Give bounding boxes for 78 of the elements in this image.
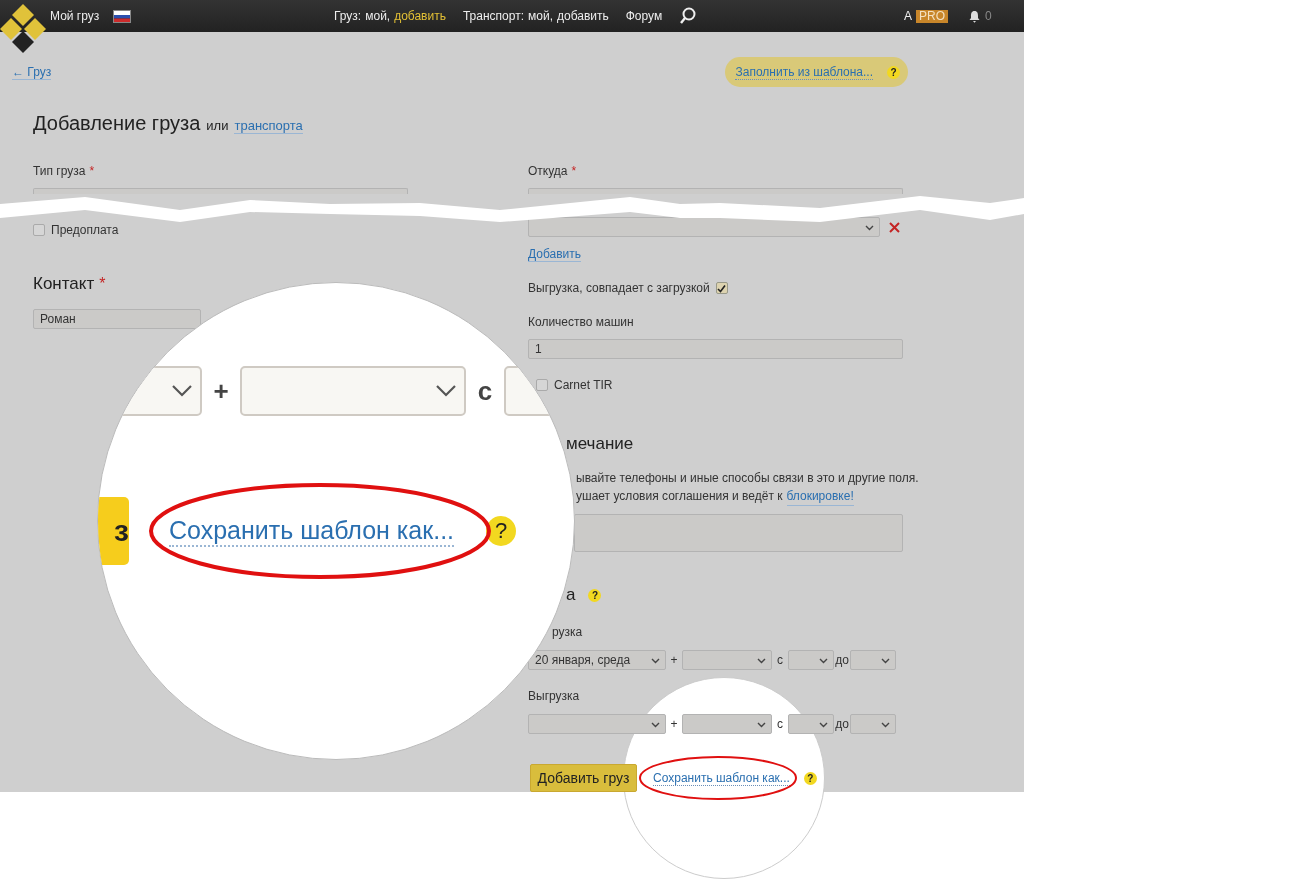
- select-field[interactable]: [240, 366, 466, 416]
- plus-sign: +: [212, 375, 230, 407]
- add-cargo-button[interactable]: з: [98, 497, 129, 565]
- from-label: с: [476, 375, 494, 407]
- warning-text: ывайте телефоны и иные способы связи в это и другие поля.: [576, 470, 919, 487]
- nav-link[interactable]: мой,: [528, 9, 553, 23]
- truck-count-field[interactable]: 1: [528, 339, 903, 359]
- required-mark: *: [99, 275, 106, 293]
- chevron-icon: [651, 722, 660, 728]
- contact-field[interactable]: Роман: [33, 309, 201, 329]
- bell-icon[interactable]: [968, 9, 982, 23]
- checkbox[interactable]: [33, 224, 45, 236]
- chevron-icon: [819, 722, 828, 728]
- note-field[interactable]: [574, 514, 903, 552]
- add-link[interactable]: Добавить: [528, 247, 582, 262]
- required-mark: *: [89, 164, 95, 178]
- section-heading: Контакт: [33, 274, 95, 294]
- nav-link[interactable]: Форум: [625, 9, 663, 23]
- checkbox-label: Выгрузка, совпадает с загрузкой: [528, 281, 710, 295]
- time-select[interactable]: [850, 714, 896, 734]
- chevron-icon: [436, 385, 456, 397]
- field-label: Откуда: [528, 164, 568, 178]
- nav-link[interactable]: добавить: [556, 9, 609, 23]
- add-cargo-button[interactable]: Добавить груз: [530, 764, 637, 792]
- date-select[interactable]: [528, 714, 666, 734]
- page-title: Добавление груза: [33, 112, 201, 135]
- chevron-icon: [865, 225, 874, 231]
- user-initial[interactable]: A: [904, 9, 912, 23]
- select-field[interactable]: [528, 217, 880, 237]
- to-label: до: [834, 653, 850, 667]
- help-icon[interactable]: ?: [486, 516, 517, 546]
- checkbox-label: Предоплата: [51, 223, 119, 237]
- title-connector: или: [206, 118, 229, 133]
- warning-text: ушает условия соглашения и ведёт к: [576, 488, 783, 505]
- field-label: Выгрузка: [528, 689, 580, 703]
- plus-sign: +: [669, 653, 679, 667]
- help-icon[interactable]: ?: [588, 588, 602, 602]
- required-mark: *: [571, 164, 577, 178]
- time-select[interactable]: [788, 714, 834, 734]
- back-link[interactable]: ← Груз: [12, 64, 52, 80]
- checkbox[interactable]: [715, 282, 728, 294]
- blocking-link[interactable]: блокировке!: [786, 487, 854, 506]
- time-select[interactable]: [788, 650, 834, 670]
- account-link[interactable]: Мой груз: [50, 9, 100, 23]
- chevron-icon: [172, 385, 192, 397]
- from-label: с: [776, 653, 784, 667]
- remove-icon[interactable]: [889, 221, 900, 233]
- plus-sign: +: [669, 717, 679, 731]
- field-label: Количество машин: [528, 315, 634, 329]
- chevron-icon: [757, 722, 766, 728]
- search-icon[interactable]: [679, 7, 698, 25]
- select-field[interactable]: [682, 714, 772, 734]
- date-select[interactable]: 20 января, среда: [528, 650, 666, 670]
- section-heading: мечание: [566, 434, 634, 454]
- to-label: до: [834, 717, 850, 731]
- section-heading: а: [566, 585, 576, 605]
- nav-label: Транспорт:: [462, 9, 524, 23]
- select-field[interactable]: [682, 650, 772, 670]
- cargo-type-field[interactable]: [33, 188, 408, 194]
- chevron-icon: [651, 658, 660, 664]
- flag-icon[interactable]: [113, 9, 132, 23]
- template-button[interactable]: Заполнить из шаблона... ?: [725, 57, 908, 87]
- chevron-icon: [881, 658, 890, 664]
- chevron-icon: [757, 658, 766, 664]
- chevron-icon: [881, 722, 890, 728]
- field-label: Тип груза: [33, 164, 86, 178]
- from-field[interactable]: [528, 188, 903, 194]
- checkbox[interactable]: [536, 379, 548, 391]
- logo-icon: [0, 2, 46, 54]
- time-select[interactable]: [850, 650, 896, 670]
- nav-link[interactable]: мой,: [365, 9, 391, 23]
- field-label: рузка: [552, 625, 583, 639]
- nav-link[interactable]: добавить: [394, 9, 446, 23]
- from-label: с: [776, 717, 784, 731]
- checkbox-label: Carnet TIR: [554, 378, 613, 392]
- nav-label: Груз:: [334, 9, 362, 23]
- chevron-icon: [819, 658, 828, 664]
- notification-count: 0: [985, 9, 992, 23]
